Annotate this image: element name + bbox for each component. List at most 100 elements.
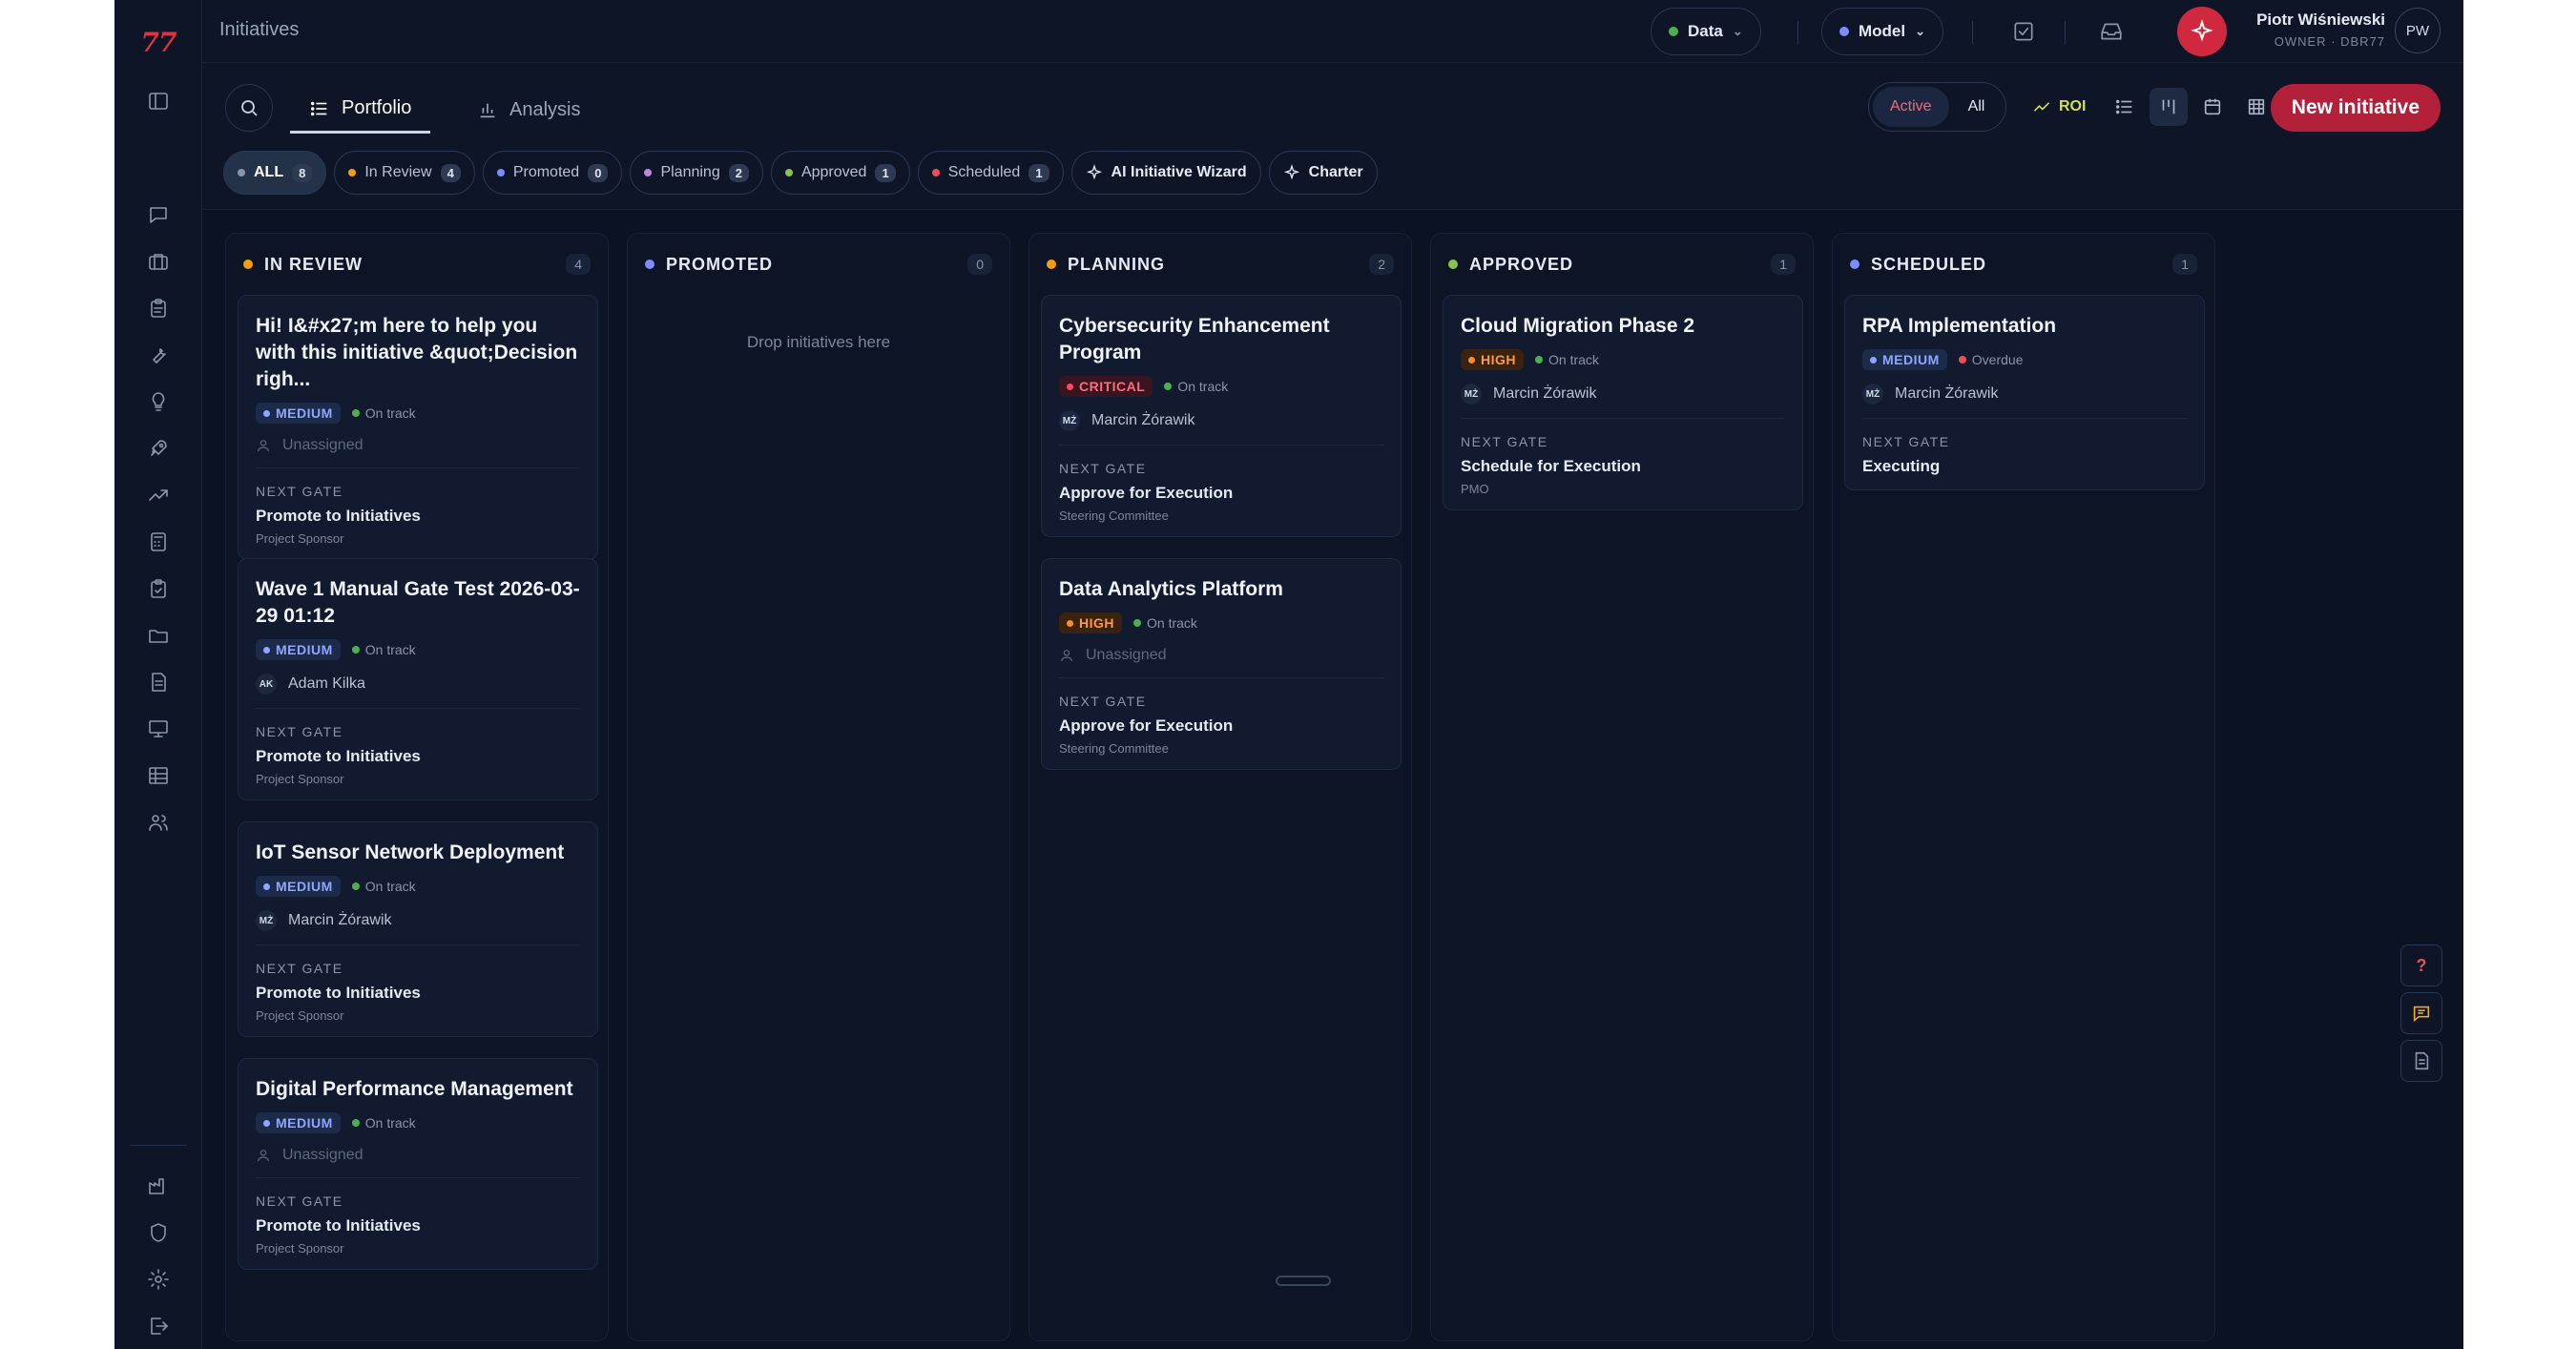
filter-chip-promoted[interactable]: Promoted 0	[482, 151, 623, 195]
trend-icon[interactable]	[143, 480, 174, 510]
users-icon[interactable]	[143, 807, 174, 838]
scrollbar-handle[interactable]	[1276, 1276, 1331, 1286]
filter-chip-in-review[interactable]: In Review 4	[334, 151, 475, 195]
tasks-icon[interactable]	[2008, 16, 2039, 47]
avatar[interactable]: PW	[2395, 8, 2441, 53]
folder-icon[interactable]	[143, 620, 174, 651]
priority-label: CRITICAL	[1079, 379, 1146, 394]
lightbulb-icon[interactable]	[143, 386, 174, 417]
checklist-icon[interactable]	[143, 573, 174, 604]
initiative-card[interactable]: Cloud Migration Phase 2 HIGH On track MŻ M…	[1443, 295, 1803, 510]
chat-icon[interactable]	[143, 199, 174, 230]
logout-icon[interactable]	[143, 1311, 174, 1341]
column-header: APPROVED 1	[1431, 234, 1813, 295]
status-dot	[243, 259, 253, 269]
initiative-card[interactable]: Digital Performance Management MEDIUM On …	[238, 1058, 598, 1270]
new-initiative-button[interactable]: New initiative	[2270, 84, 2441, 132]
gate-approver: PMO	[1461, 482, 1489, 496]
column-header: IN REVIEW 4	[226, 234, 608, 295]
initiative-card[interactable]: RPA Implementation MEDIUM Overdue MŻ Marci…	[1844, 295, 2205, 490]
status-dot	[1850, 259, 1859, 269]
status-dot	[645, 259, 654, 269]
briefcase-icon[interactable]	[143, 246, 174, 277]
question-icon: ?	[2416, 955, 2427, 975]
card-title: Wave 1 Manual Gate Test 2026-03-29 01:12	[256, 578, 580, 627]
app-logo[interactable]: 77	[114, 27, 202, 58]
initiative-card[interactable]: Data Analytics Platform HIGH On track Una…	[1041, 558, 1402, 770]
initiative-card[interactable]: IoT Sensor Network Deployment MEDIUM On t…	[238, 821, 598, 1037]
filter-chip-approved[interactable]: Approved 1	[770, 151, 910, 195]
feedback-button[interactable]	[2400, 992, 2442, 1034]
priority-badge: HIGH	[1461, 349, 1524, 370]
status-badge: On track	[351, 879, 416, 894]
card-owner: MŻ Marcin Żórawik	[1461, 384, 1785, 405]
status-badge: On track	[1535, 352, 1599, 367]
ai-assistant-button[interactable]	[2177, 7, 2227, 56]
drop-zone[interactable]: Drop initiatives here	[628, 333, 1009, 352]
sidebar-toggle-icon[interactable]	[143, 86, 174, 116]
charter-button[interactable]: Charter	[1268, 151, 1378, 195]
initiative-card[interactable]: Cybersecurity Enhancement Program CRITIC…	[1041, 295, 1402, 537]
next-gate: NEXT GATE Executing	[1862, 418, 2187, 489]
calculator-icon[interactable]	[143, 527, 174, 557]
document-icon[interactable]	[143, 667, 174, 697]
scope-all-option[interactable]: All	[1951, 87, 2003, 127]
chevron-down-icon: ⌄	[1915, 24, 1926, 38]
sidebar: 77	[114, 0, 202, 1349]
clipboard-icon[interactable]	[143, 293, 174, 323]
list-view-icon[interactable]	[2106, 88, 2144, 126]
sidebar-divider	[130, 1145, 187, 1146]
help-button[interactable]: ?	[2400, 944, 2442, 986]
owner-name: Marcin Żórawik	[1895, 385, 1999, 402]
tab-portfolio[interactable]: Portfolio	[290, 86, 431, 134]
tab-analysis[interactable]: Analysis	[458, 86, 599, 134]
column-count: 1	[1771, 254, 1796, 275]
shield-icon[interactable]	[143, 1217, 174, 1248]
initiative-card[interactable]: Hi! I&#x27;m here to help you with this …	[238, 295, 598, 560]
filter-chip-scheduled[interactable]: Scheduled 1	[917, 151, 1064, 195]
gate-label: NEXT GATE	[256, 724, 343, 739]
ai-initiative-wizard-button[interactable]: AI Initiative Wizard	[1070, 151, 1261, 195]
priority-badge: MEDIUM	[256, 1112, 341, 1133]
user-icon	[1061, 650, 1072, 662]
app-window: 77 Initiatives Data ⌄ Model ⌄ Piotr Wiśn…	[114, 0, 2463, 1349]
toolbar: Portfolio Analysis Active All ROI New in…	[202, 63, 2463, 210]
column-title: PROMOTED	[666, 254, 774, 274]
data-selector[interactable]: Data ⌄	[1651, 8, 1761, 55]
chip-label: ALL	[254, 164, 284, 180]
owner-name: Marcin Żórawik	[288, 912, 392, 928]
wrench-icon[interactable]	[143, 340, 174, 370]
calendar-view-icon[interactable]	[2193, 88, 2232, 126]
gate-label: NEXT GATE	[1862, 434, 1950, 449]
user-icon	[258, 1150, 269, 1162]
gear-icon[interactable]	[143, 1264, 174, 1295]
gate-name: Promote to Initiatives	[256, 507, 421, 525]
model-selector-label: Model	[1859, 22, 1906, 40]
column-header: PLANNING 2	[1029, 234, 1411, 295]
model-selector[interactable]: Model ⌄	[1821, 8, 1944, 55]
filter-chip-all[interactable]: ALL 8	[223, 151, 327, 195]
factory-icon[interactable]	[143, 1171, 174, 1201]
scope-toggle: Active All	[1868, 82, 2007, 132]
kanban-view-icon[interactable]	[2150, 88, 2188, 126]
rocket-icon[interactable]	[143, 433, 174, 464]
gate-name: Promote to Initiatives	[256, 747, 421, 765]
owner-name: Marcin Żórawik	[1493, 385, 1597, 402]
filter-chip-planning[interactable]: Planning 2	[630, 151, 763, 195]
initiative-card[interactable]: Wave 1 Manual Gate Test 2026-03-29 01:12…	[238, 558, 598, 800]
notes-button[interactable]	[2400, 1040, 2442, 1082]
column-title: SCHEDULED	[1871, 254, 1987, 274]
inbox-icon[interactable]	[2096, 16, 2127, 47]
table-icon[interactable]	[143, 760, 174, 791]
priority-badge: CRITICAL	[1059, 376, 1153, 397]
presentation-icon[interactable]	[143, 714, 174, 744]
gate-approver: Steering Committee	[1059, 741, 1169, 756]
roi-button[interactable]: ROI	[2032, 97, 2086, 116]
status-badge: Overdue	[1958, 352, 2023, 367]
view-switcher	[2106, 84, 2275, 130]
message-icon	[2413, 1006, 2430, 1023]
roi-label: ROI	[2059, 98, 2087, 114]
search-button[interactable]	[225, 84, 273, 132]
scope-active-option[interactable]: Active	[1873, 87, 1949, 127]
user-role: OWNER · DBR77	[2274, 34, 2385, 49]
